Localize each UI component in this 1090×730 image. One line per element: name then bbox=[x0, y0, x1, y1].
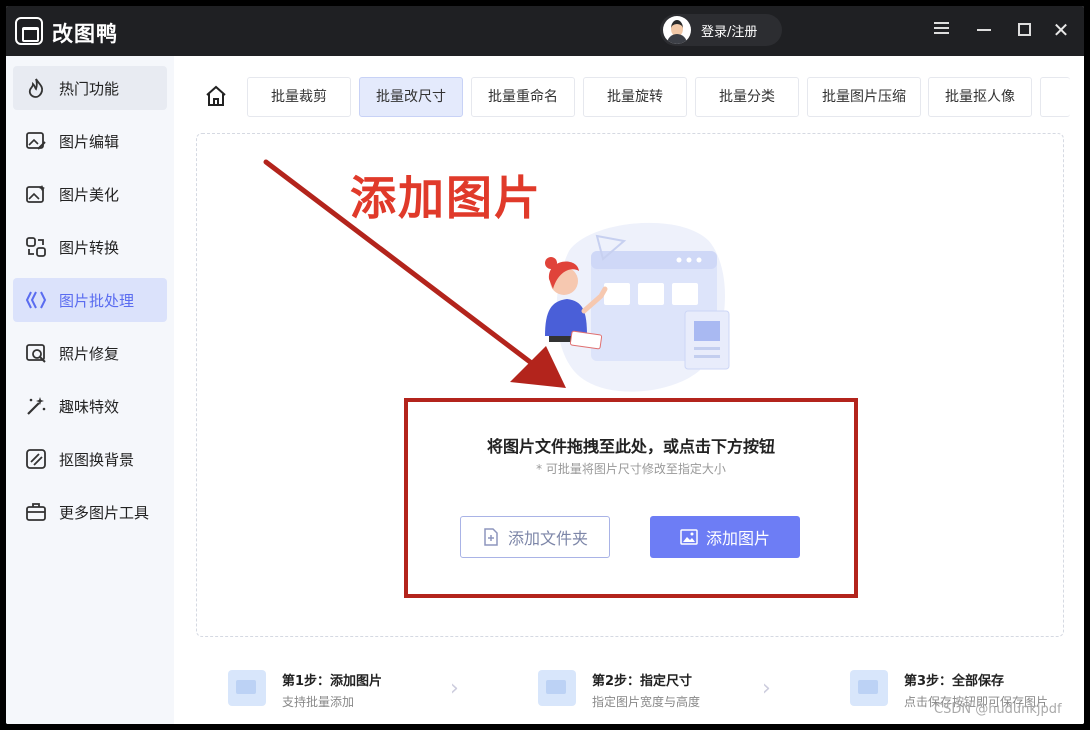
step-title: 第3步：全部保存 bbox=[904, 674, 1005, 689]
sidebar-item-label: 照片修复 bbox=[59, 344, 120, 363]
dropzone-subhint: * 可批量将图片尺寸修改至指定大小 bbox=[536, 462, 726, 476]
sidebar-item-image-edit[interactable]: 图片编辑 bbox=[13, 119, 167, 163]
sidebar-item-photo-repair[interactable]: 照片修复 bbox=[13, 331, 167, 375]
minimize-icon[interactable] bbox=[973, 19, 995, 41]
save-step-icon bbox=[850, 670, 888, 706]
tab-batch-compress[interactable]: 批量图片压缩 bbox=[807, 77, 921, 117]
sidebar-item-label: 图片编辑 bbox=[59, 132, 120, 151]
sidebar-item-label: 热门功能 bbox=[59, 79, 120, 98]
tab-batch-crop[interactable]: 批量裁剪 bbox=[247, 77, 351, 117]
flame-icon bbox=[25, 77, 47, 99]
step-desc: 支持批量添加 bbox=[282, 695, 355, 709]
sidebar-item-hot[interactable]: 热门功能 bbox=[13, 66, 167, 110]
add-image-button[interactable]: 添加图片 bbox=[650, 516, 800, 558]
add-image-label: 添加图片 bbox=[705, 529, 770, 548]
dropzone-hint: 将图片文件拖拽至此处，或点击下方按钮 bbox=[486, 437, 775, 456]
step-desc: 指定图片宽度与高度 bbox=[592, 695, 701, 709]
sidebar-item-label: 图片转换 bbox=[59, 238, 120, 257]
tab-batch-rename[interactable]: 批量重命名 bbox=[471, 77, 575, 117]
magic-wand-icon bbox=[25, 395, 47, 417]
step-title: 第1步：添加图片 bbox=[282, 674, 383, 689]
resize-step-icon bbox=[538, 670, 576, 706]
sidebar-item-label: 抠图换背景 bbox=[59, 450, 135, 469]
sidebar-item-label: 图片美化 bbox=[59, 185, 120, 204]
sidebar-item-label: 趣味特效 bbox=[59, 397, 120, 416]
add-folder-button[interactable]: 添加文件夹 bbox=[460, 516, 610, 558]
image-beautify-icon bbox=[25, 183, 47, 205]
sidebar-item-more-tools[interactable]: 更多图片工具 bbox=[13, 490, 167, 534]
main-panel: 批量裁剪 批量改尺寸 批量重命名 批量旋转 批量分类 批量图片压缩 批量抠人像 … bbox=[174, 56, 1084, 724]
sidebar-item-label: 图片批处理 bbox=[59, 291, 135, 310]
login-button[interactable]: 登录/注册 bbox=[660, 14, 782, 46]
app-title: 改图鸭 bbox=[52, 22, 118, 46]
batch-icon bbox=[25, 289, 47, 311]
sidebar-item-label: 更多图片工具 bbox=[59, 503, 150, 522]
tab-batch-portrait-cutout[interactable]: 批量抠人像 bbox=[928, 77, 1032, 117]
tab-overflow[interactable] bbox=[1040, 77, 1070, 117]
app-logo-icon bbox=[15, 17, 43, 45]
sidebar-item-cutout[interactable]: 抠图换背景 bbox=[13, 437, 167, 481]
chevron-right-icon: › bbox=[450, 676, 459, 701]
step-title: 第2步：指定尺寸 bbox=[592, 674, 693, 689]
add-folder-label: 添加文件夹 bbox=[507, 529, 588, 548]
tab-batch-rotate[interactable]: 批量旋转 bbox=[583, 77, 687, 117]
chevron-right-icon: › bbox=[762, 676, 771, 701]
annotation-highlight-box bbox=[404, 398, 858, 598]
sidebar-item-batch[interactable]: 图片批处理 bbox=[13, 278, 167, 322]
image-convert-icon bbox=[25, 236, 47, 258]
photo-repair-icon bbox=[25, 342, 47, 364]
sidebar: 热门功能 图片编辑 图片美化 图片转换 图片批处理 照片修复 趣味特效 抠图换背… bbox=[6, 56, 174, 724]
title-bar: 改图鸭 登录/注册 ✕ bbox=[6, 6, 1084, 56]
avatar bbox=[663, 16, 691, 44]
image-edit-icon bbox=[25, 130, 47, 152]
menu-icon[interactable] bbox=[930, 19, 952, 41]
app-window: 改图鸭 登录/注册 ✕ 热门功能 图片编辑 图片美化 图片转换 图片批处理 照片… bbox=[6, 6, 1084, 724]
home-icon[interactable] bbox=[204, 84, 228, 108]
cutout-icon bbox=[25, 448, 47, 470]
tab-batch-resize[interactable]: 批量改尺寸 bbox=[359, 77, 463, 117]
tab-batch-classify[interactable]: 批量分类 bbox=[695, 77, 799, 117]
upload-illustration bbox=[545, 222, 730, 392]
close-icon[interactable]: ✕ bbox=[1050, 19, 1072, 41]
sidebar-item-image-beautify[interactable]: 图片美化 bbox=[13, 172, 167, 216]
annotation-headline: 添加图片 bbox=[350, 171, 542, 225]
sidebar-item-image-convert[interactable]: 图片转换 bbox=[13, 225, 167, 269]
login-label: 登录/注册 bbox=[701, 24, 758, 40]
maximize-icon[interactable] bbox=[1013, 19, 1035, 41]
sidebar-item-fun-effects[interactable]: 趣味特效 bbox=[13, 384, 167, 428]
toolbox-icon bbox=[25, 501, 47, 523]
image-icon bbox=[680, 529, 698, 545]
add-file-icon bbox=[484, 528, 498, 546]
add-image-step-icon bbox=[228, 670, 266, 706]
watermark: CSDN @hudunkjpdf bbox=[934, 702, 1062, 717]
